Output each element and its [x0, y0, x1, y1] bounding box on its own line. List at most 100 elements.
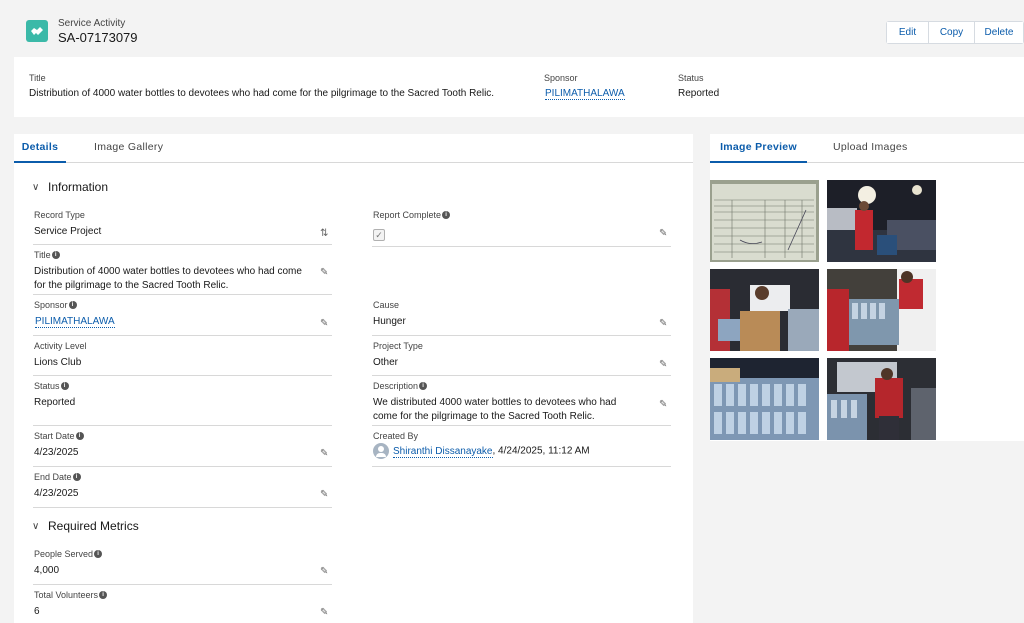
- field-value: Distribution of 4000 water bottles to de…: [34, 266, 302, 291]
- field-label: End Date i: [34, 472, 81, 482]
- field-value: Other: [373, 357, 399, 368]
- edit-pencil-icon[interactable]: ✎: [320, 608, 330, 618]
- field-activity-level: Activity Level Lions Club: [33, 336, 332, 376]
- field-title: Title i Distribution of 4000 water bottle…: [33, 245, 332, 295]
- field-end-date: End Date i 4/23/2025 ✎: [33, 467, 332, 508]
- edit-pencil-icon[interactable]: ✎: [320, 319, 330, 329]
- image-thumbnail[interactable]: [827, 180, 936, 262]
- field-value: Service Project: [34, 226, 102, 237]
- handshake-icon: [26, 20, 48, 42]
- section-metrics-toggle[interactable]: ∨ Required Metrics: [32, 519, 139, 533]
- field-value: Reported: [34, 397, 76, 408]
- delete-button[interactable]: Delete: [974, 22, 1023, 43]
- edit-pencil-icon[interactable]: ✎: [659, 400, 669, 410]
- image-tabs: Image Preview Upload Images: [710, 134, 1024, 163]
- edit-pencil-icon[interactable]: ✎: [659, 229, 669, 239]
- chevron-down-icon: ∨: [32, 181, 40, 193]
- image-thumbnail[interactable]: [710, 358, 819, 440]
- copy-button[interactable]: Copy: [928, 22, 974, 43]
- info-icon[interactable]: i: [99, 591, 108, 599]
- edit-pencil-icon[interactable]: ✎: [320, 268, 330, 278]
- field-sponsor: Sponsor i PILIMATHALAWA ✎: [33, 295, 332, 336]
- field-description: Description i We distributed 4000 water b…: [372, 376, 671, 426]
- details-card: Details Image Gallery ∨ Information Reco…: [14, 134, 693, 623]
- created-by-date: , 4/24/2025, 11:12 AM: [492, 445, 590, 457]
- field-status: Status i Reported: [33, 376, 332, 426]
- field-label: People Served i: [34, 549, 103, 559]
- field-value: 4/23/2025: [34, 447, 79, 458]
- tab-image-preview[interactable]: Image Preview: [710, 134, 807, 163]
- field-value: Lions Club: [34, 357, 82, 368]
- edit-button[interactable]: Edit: [887, 22, 928, 43]
- sponsor-link[interactable]: PILIMATHALAWA: [35, 316, 115, 328]
- field-value: 4/23/2025: [34, 488, 79, 499]
- field-label-text: Start Date: [34, 431, 75, 441]
- highlight-sponsor-label: Sponsor: [544, 73, 578, 83]
- field-label: Sponsor i: [34, 300, 77, 310]
- edit-pencil-icon[interactable]: ✎: [320, 490, 330, 500]
- change-record-type-icon[interactable]: ⇅: [320, 229, 330, 239]
- field-record-type: Record Type Service Project ⇅: [33, 205, 332, 245]
- field-label: Report Complete i: [373, 210, 451, 220]
- info-icon[interactable]: i: [419, 382, 428, 390]
- field-value: Hunger: [373, 316, 406, 327]
- field-label: Start Date i: [34, 431, 84, 441]
- field-created-by: Created By Shiranthi Dissanayake, 4/24/2…: [372, 426, 671, 467]
- field-label: Record Type: [34, 210, 85, 220]
- info-icon[interactable]: i: [51, 251, 60, 259]
- tab-details[interactable]: Details: [14, 134, 66, 163]
- field-label-text: Description: [373, 381, 419, 391]
- highlight-title-label: Title: [29, 73, 46, 83]
- field-label-text: Title: [34, 250, 51, 260]
- field-label: Created By: [373, 431, 419, 441]
- created-by-user-link[interactable]: Shiranthi Dissanayake: [393, 445, 493, 458]
- field-label-text: People Served: [34, 549, 94, 559]
- record-header: Service Activity SA-07173079 Edit Copy D…: [0, 0, 1024, 57]
- field-label-text: Total Volunteers: [34, 590, 99, 600]
- edit-pencil-icon[interactable]: ✎: [320, 449, 330, 459]
- sponsor-link-text[interactable]: PILIMATHALAWA: [545, 88, 625, 100]
- field-value: Shiranthi Dissanayake, 4/24/2025, 11:12 …: [373, 443, 671, 459]
- info-icon[interactable]: i: [442, 211, 451, 219]
- report-complete-checkbox[interactable]: ✓: [373, 229, 385, 241]
- record-name: SA-07173079: [58, 30, 138, 45]
- field-label: Total Volunteers i: [34, 590, 108, 600]
- object-type-label: Service Activity: [58, 18, 126, 29]
- highlight-title-value: Distribution of 4000 water bottles to de…: [29, 88, 495, 99]
- field-project-type: Project Type Other ✎: [372, 336, 671, 376]
- image-thumbnail[interactable]: [710, 180, 819, 262]
- detail-tabs: Details Image Gallery: [14, 134, 693, 163]
- info-icon[interactable]: i: [94, 550, 103, 558]
- field-label-text: Status: [34, 381, 60, 391]
- field-value: PILIMATHALAWA: [34, 315, 304, 329]
- field-value: 6: [34, 606, 40, 617]
- edit-pencil-icon[interactable]: ✎: [659, 319, 669, 329]
- image-thumbnail[interactable]: [827, 269, 936, 351]
- section-information-title: Information: [48, 180, 109, 194]
- field-label: Activity Level: [34, 341, 87, 351]
- image-thumbnail[interactable]: [827, 358, 936, 440]
- field-start-date: Start Date i 4/23/2025 ✎: [33, 426, 332, 467]
- highlight-sponsor-link[interactable]: PILIMATHALAWA: [545, 88, 625, 100]
- field-label: Status i: [34, 381, 69, 391]
- edit-pencil-icon[interactable]: ✎: [659, 360, 669, 370]
- highlights-panel: Title Distribution of 4000 water bottles…: [14, 57, 1024, 117]
- edit-pencil-icon[interactable]: ✎: [320, 567, 330, 577]
- info-icon[interactable]: i: [72, 473, 81, 481]
- field-cause: Cause Hunger ✎: [372, 295, 671, 336]
- info-icon[interactable]: i: [75, 432, 84, 440]
- field-value: 4,000: [34, 565, 60, 576]
- tab-upload-images[interactable]: Upload Images: [833, 134, 908, 163]
- tab-image-gallery[interactable]: Image Gallery: [94, 134, 163, 163]
- field-label-text: Report Complete: [373, 210, 442, 220]
- field-value: We distributed 4000 water bottles to dev…: [373, 397, 617, 422]
- section-information-toggle[interactable]: ∨ Information: [32, 180, 108, 194]
- highlight-status-value: Reported: [678, 88, 720, 99]
- field-people-served: People Served i 4,000 ✎: [33, 544, 332, 585]
- info-icon[interactable]: i: [60, 382, 69, 390]
- image-panel: Image Preview Upload Images: [710, 134, 1024, 441]
- image-thumbnail[interactable]: [710, 269, 819, 351]
- chevron-down-icon: ∨: [32, 520, 40, 532]
- highlight-status-label: Status: [678, 73, 704, 83]
- info-icon[interactable]: i: [68, 301, 77, 309]
